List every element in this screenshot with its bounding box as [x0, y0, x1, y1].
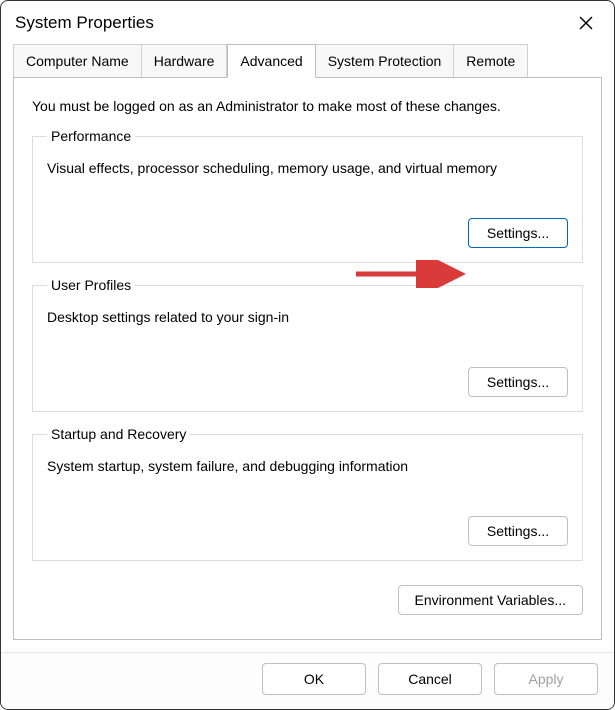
system-properties-window: System Properties Computer Name Hardware…: [0, 0, 615, 710]
admin-notice: You must be logged on as an Administrato…: [32, 98, 583, 114]
tab-remote[interactable]: Remote: [454, 44, 528, 78]
tab-content: You must be logged on as an Administrato…: [13, 77, 602, 640]
dialog-footer: OK Cancel Apply: [1, 652, 614, 709]
startup-recovery-group: Startup and Recovery System startup, sys…: [32, 426, 583, 561]
tab-computer-name[interactable]: Computer Name: [13, 44, 142, 78]
startup-recovery-legend: Startup and Recovery: [47, 426, 190, 442]
performance-settings-button[interactable]: Settings...: [468, 218, 568, 248]
close-button[interactable]: [572, 9, 600, 37]
user-profiles-settings-button[interactable]: Settings...: [468, 367, 568, 397]
close-icon: [578, 15, 594, 31]
tab-system-protection[interactable]: System Protection: [316, 44, 455, 78]
performance-legend: Performance: [47, 128, 135, 144]
ok-button[interactable]: OK: [262, 663, 366, 695]
user-profiles-legend: User Profiles: [47, 277, 135, 293]
tab-advanced[interactable]: Advanced: [227, 44, 315, 78]
window-title: System Properties: [15, 13, 154, 33]
tab-hardware[interactable]: Hardware: [142, 44, 228, 78]
user-profiles-desc: Desktop settings related to your sign-in: [47, 309, 568, 325]
titlebar: System Properties: [1, 1, 614, 43]
performance-group: Performance Visual effects, processor sc…: [32, 128, 583, 263]
tabs: Computer Name Hardware Advanced System P…: [1, 43, 614, 77]
performance-desc: Visual effects, processor scheduling, me…: [47, 160, 568, 176]
apply-button[interactable]: Apply: [494, 663, 598, 695]
cancel-button[interactable]: Cancel: [378, 663, 482, 695]
startup-recovery-desc: System startup, system failure, and debu…: [47, 458, 568, 474]
environment-variables-button[interactable]: Environment Variables...: [398, 585, 583, 615]
startup-recovery-settings-button[interactable]: Settings...: [468, 516, 568, 546]
user-profiles-group: User Profiles Desktop settings related t…: [32, 277, 583, 412]
